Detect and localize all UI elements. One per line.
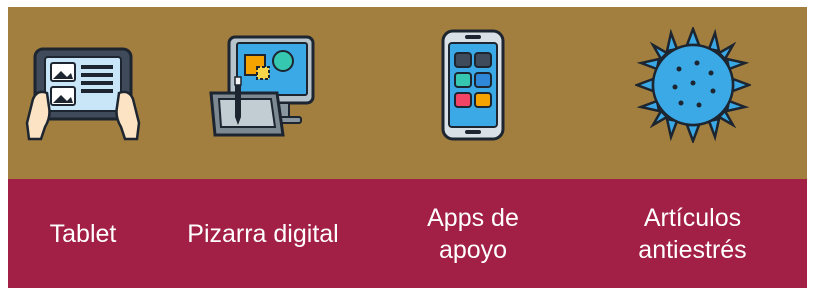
resources-board: Tablet Pizarra digital Apps de apoyo Art… xyxy=(8,7,807,288)
label-articulos-antiestres: Artículos antiestrés xyxy=(578,179,807,288)
item-pizarra-digital: Pizarra digital xyxy=(158,7,368,288)
item-label: Apps de apoyo xyxy=(427,203,519,264)
label-tablet: Tablet xyxy=(8,179,158,288)
smartphone-apps-icon xyxy=(415,27,531,143)
digital-whiteboard-icon xyxy=(205,27,321,143)
item-apps-de-apoyo: Apps de apoyo xyxy=(368,7,578,288)
label-pizarra-digital: Pizarra digital xyxy=(158,179,368,288)
item-articulos-antiestres: Artículos antiestrés xyxy=(578,7,807,288)
label-apps-de-apoyo: Apps de apoyo xyxy=(368,179,578,288)
item-label: Pizarra digital xyxy=(187,219,339,248)
stress-ball-icon xyxy=(634,27,751,143)
item-label: Artículos antiestrés xyxy=(638,203,747,264)
item-tablet: Tablet xyxy=(8,7,158,288)
item-label: Tablet xyxy=(49,219,117,248)
tablet-hands-icon xyxy=(25,27,141,143)
